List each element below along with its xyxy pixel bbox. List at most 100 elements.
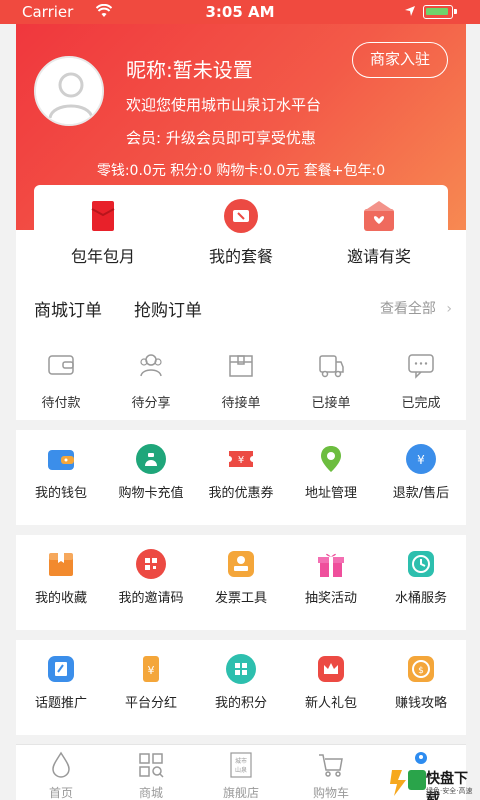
quick-label: 我的套餐 [208,247,273,266]
svg-text:¥: ¥ [148,664,155,677]
service-label: 新人礼包 [304,696,357,711]
svg-text:山泉: 山泉 [235,766,247,774]
edit-note-icon [48,656,74,682]
svg-text:¥: ¥ [238,455,244,466]
my-favorites-button[interactable]: 我的收藏 [16,549,106,606]
refund-aftersale-button[interactable]: ¥ 退款/售后 [376,444,466,501]
favorites-box-icon [49,553,73,576]
avatar[interactable] [34,56,104,126]
tab-label: 购物车 [312,786,349,800]
tab-mall[interactable]: 商城 [106,751,196,800]
welcome-text: 欢迎您使用城市山泉订水平台 [126,96,322,114]
crown-icon [318,656,344,682]
view-all-orders-link[interactable]: 查看全部 › [380,298,452,318]
qr-code-icon [136,549,166,579]
account-stats: 零钱:0.0元 积分:0 购物卡:0.0元 套餐+包年:0 [96,163,386,179]
quick-label: 包年包月 [70,247,135,266]
order-label: 已完成 [401,396,441,411]
box-outline-icon [229,355,253,377]
service-label: 我的优惠券 [208,486,274,501]
service-label: 平台分红 [124,696,177,711]
clock-icon [408,551,434,577]
lottery-button[interactable]: 抽奖活动 [286,549,376,606]
nickname-label: 昵称:暂未设置 [126,58,253,82]
order-label: 待付款 [41,396,81,411]
gift-mail-icon [364,201,394,231]
my-wallet-button[interactable]: 我的钱包 [16,444,106,501]
merchant-join-button[interactable]: 商家入驻 [352,42,448,78]
service-label: 我的收藏 [34,591,87,606]
member-upgrade-link[interactable]: 会员: 升级会员即可享受优惠 [126,127,316,148]
tab-cart[interactable]: 购物车 [286,751,376,800]
chat-outline-icon [408,354,434,379]
newbie-gift-button[interactable]: 新人礼包 [286,654,376,711]
quick-actions-card: 包年包月 我的套餐 邀请有奖 [34,185,448,280]
refund-icon: ¥ [406,444,436,474]
order-pending-share[interactable]: 待分享 [106,350,196,411]
invoice-tool-button[interactable]: 发票工具 [196,549,286,606]
service-label: 话题推广 [34,696,87,711]
order-label: 待接单 [221,396,261,411]
service-label: 发票工具 [214,591,267,606]
order-accepted[interactable]: 已接单 [286,350,376,411]
my-invite-code-button[interactable]: 我的邀请码 [106,549,196,606]
tab-label: 首页 [48,786,73,800]
svg-text:城市: 城市 [235,757,247,765]
tab-flagship-store[interactable]: 城市 山泉 旗舰店 [196,751,286,800]
earning-guide-button[interactable]: $ 赚钱攻略 [376,654,466,711]
address-manage-button[interactable]: 地址管理 [286,444,376,501]
services-row-1: 我的钱包 购物卡充值 ¥ 我的优惠券 地址管理 ¥ 退款/售后 [16,430,466,525]
watermark-subtext: 绿色·安全·高速 [426,787,473,795]
card-recharge-button[interactable]: 购物卡充值 [106,444,196,501]
ticket-icon [224,199,258,233]
tab-mall-orders[interactable]: 商城订单 [34,296,102,321]
tab-home[interactable]: 首页 [16,751,106,800]
view-all-label: 查看全部 [379,301,436,317]
wallet-icon [48,450,74,470]
services-row-2: 我的收藏 我的邀请码 发票工具 抽奖活动 水桶服务 [16,535,466,630]
service-label: 我的邀请码 [118,591,184,606]
chevron-right-icon: › [446,301,452,317]
service-label: 地址管理 [304,486,357,501]
order-completed[interactable]: 已完成 [376,350,466,411]
orders-section: 商城订单 抢购订单 查看全部 › 待付款 待分享 待接单 已接单 已完成 [16,280,466,420]
default-avatar-icon [36,58,102,124]
order-pending-payment[interactable]: 待付款 [16,350,106,411]
topic-promotion-button[interactable]: 话题推广 [16,654,106,711]
quick-label: 邀请有奖 [346,247,411,266]
service-label: 我的积分 [214,696,267,711]
bucket-service-button[interactable]: 水桶服务 [376,549,466,606]
coupon-icon: ¥ [229,451,253,467]
quick-annual-monthly[interactable]: 包年包月 [34,185,172,280]
battery-icon [423,5,457,19]
platform-dividend-button[interactable]: ¥ 平台分红 [106,654,196,711]
my-coupons-button[interactable]: ¥ 我的优惠券 [196,444,286,501]
cart-icon [319,754,343,777]
tab-label: 商城 [138,786,163,800]
coin-icon: $ [408,656,434,682]
service-label: 赚钱攻略 [394,696,447,711]
tab-label: 旗舰店 [222,786,259,800]
service-label: 我的钱包 [34,486,87,501]
quick-invite-reward[interactable]: 邀请有奖 [310,185,448,280]
points-grid-icon [226,654,256,684]
svg-text:$: $ [418,666,424,676]
services-row-3: 话题推广 ¥ 平台分红 我的积分 新人礼包 $ 赚钱攻略 [16,640,466,735]
my-points-button[interactable]: 我的积分 [196,654,286,711]
tab-flash-orders[interactable]: 抢购订单 [134,296,202,321]
status-bar: Carrier 3:05 AM [0,0,480,24]
water-drop-icon [52,751,70,778]
watermark-logo: 快盘下载 绿色·安全·高速 [388,766,478,800]
location-arrow-icon [405,6,415,16]
service-label: 购物卡充值 [118,486,184,501]
order-label: 已接单 [311,396,351,411]
order-awaiting-accept[interactable]: 待接单 [196,350,286,411]
red-envelope-icon [91,201,115,231]
wallet-outline-icon [48,355,74,375]
users-outline-icon [140,354,162,377]
stamp-icon [228,551,254,577]
svg-text:¥: ¥ [417,453,425,467]
service-label: 水桶服务 [394,591,447,606]
quick-my-package[interactable]: 我的套餐 [172,185,310,280]
gift-box-icon [318,553,344,577]
